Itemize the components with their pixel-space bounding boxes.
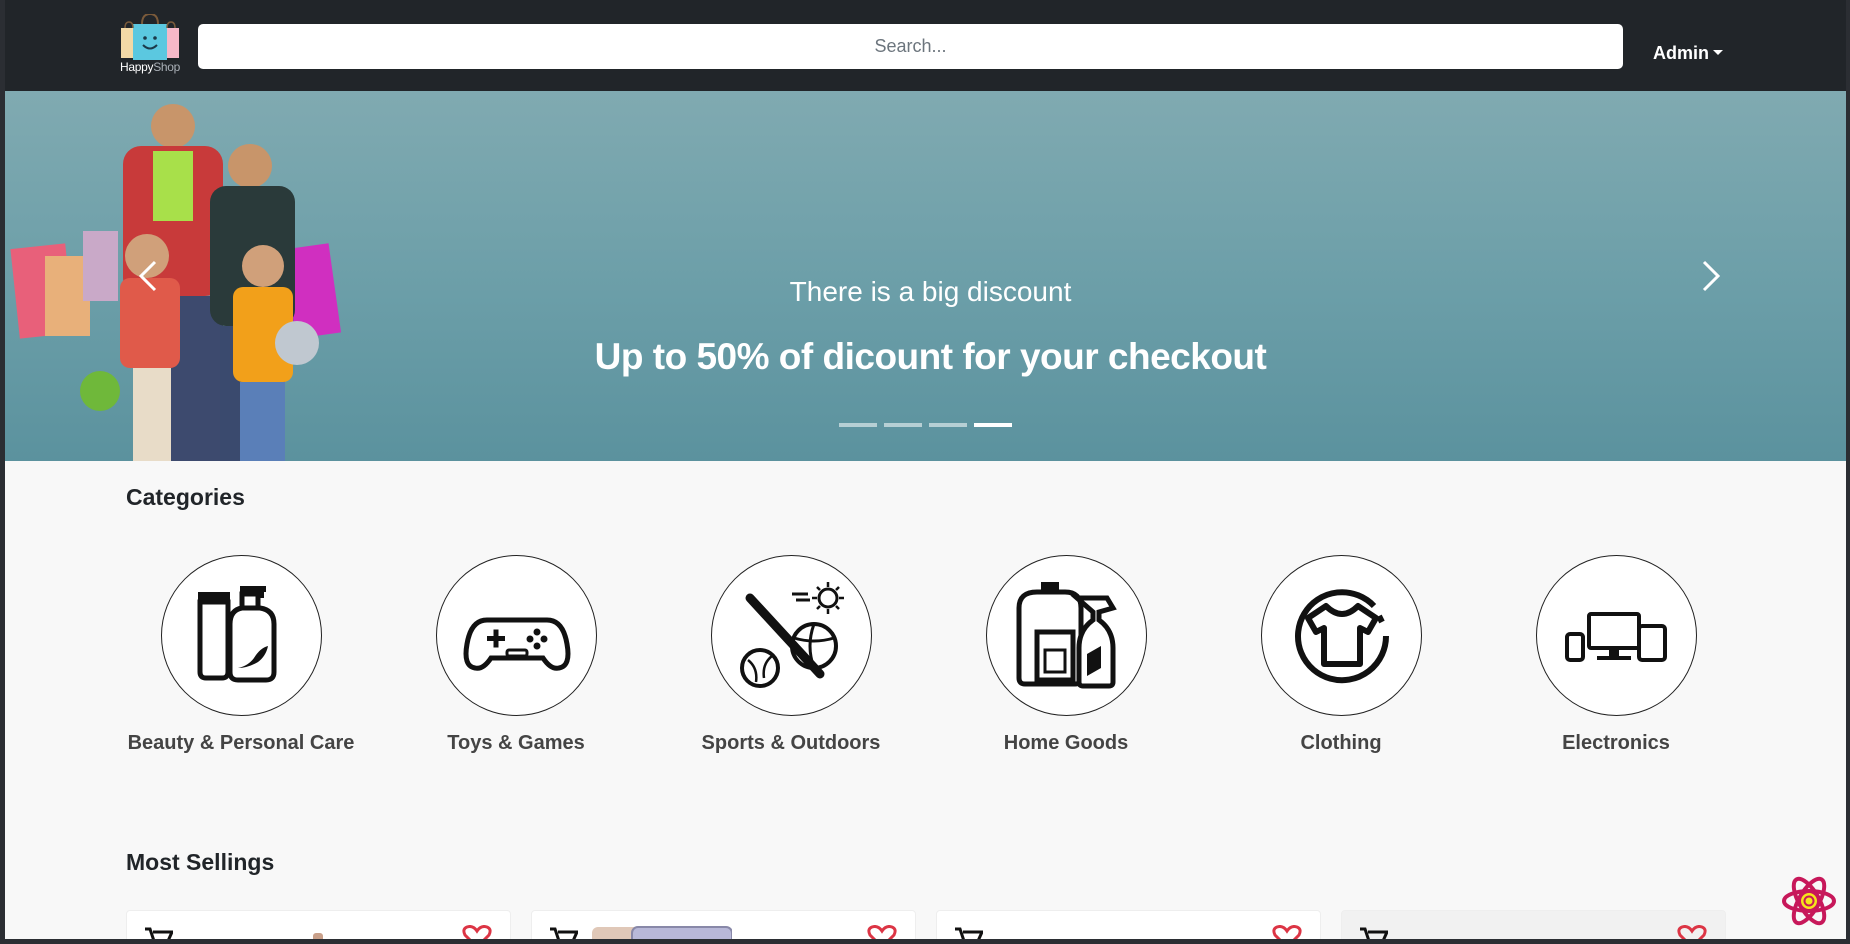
logo-text: HappyShop xyxy=(115,60,185,74)
category-clothing[interactable]: Clothing xyxy=(1226,555,1456,758)
category-icon-circle xyxy=(435,555,597,716)
categories-list: Beauty & Personal Care Toys & Games Spor… xyxy=(126,555,1726,785)
category-beauty-personal-care[interactable]: Beauty & Personal Care xyxy=(126,555,356,758)
category-home-goods[interactable]: Home Goods xyxy=(951,555,1181,758)
category-icon-circle xyxy=(710,555,872,716)
category-label: Sports & Outdoors xyxy=(701,732,881,754)
category-electronics[interactable]: Electronics xyxy=(1501,555,1731,758)
category-icon-circle xyxy=(1535,555,1697,716)
category-toys-games[interactable]: Toys & Games xyxy=(401,555,631,758)
lotion-bottle-icon xyxy=(197,586,276,683)
most-sellings-heading: Most Sellings xyxy=(126,849,275,875)
cleaning-supplies-icon xyxy=(1016,582,1117,689)
happyshop-logo[interactable]: HappyShop xyxy=(115,12,185,76)
carousel-indicators xyxy=(839,423,1012,427)
chevron-right-icon xyxy=(1702,260,1721,292)
admin-label: Admin xyxy=(1653,43,1709,63)
admin-dropdown-toggle[interactable]: Admin xyxy=(1653,43,1723,64)
search-input[interactable] xyxy=(198,24,1623,69)
hero-carousel: There is a big discount Up to 50% of dic… xyxy=(5,91,1846,461)
category-icon-circle xyxy=(1260,555,1422,716)
hero-subtitle: There is a big discount xyxy=(789,276,1072,307)
gamepad-icon xyxy=(463,617,570,671)
logo-text-happy: Happy xyxy=(119,60,154,74)
category-icon-circle xyxy=(160,555,322,716)
categories-heading: Categories xyxy=(126,484,245,510)
page: HappyShop Admin xyxy=(0,0,1850,944)
top-navbar: HappyShop Admin xyxy=(5,0,1846,91)
shopping-bags-logo-icon xyxy=(121,12,179,60)
logo-text-shop: Shop xyxy=(153,60,181,74)
sports-balls-icon xyxy=(739,582,844,688)
category-label: Toys & Games xyxy=(447,732,585,754)
caret-down-icon xyxy=(1713,50,1723,55)
category-label: Home Goods xyxy=(1003,732,1129,754)
carousel-indicator-active[interactable] xyxy=(974,423,1012,427)
devices-icon xyxy=(1564,612,1667,662)
carousel-next-button[interactable] xyxy=(1690,256,1730,296)
window-bottom-edge xyxy=(5,939,1846,944)
carousel-indicator[interactable] xyxy=(839,423,877,427)
tshirt-icon xyxy=(1294,589,1389,684)
react-devtools-icon[interactable] xyxy=(1781,873,1837,929)
category-icon-circle xyxy=(985,555,1147,716)
category-label: Electronics xyxy=(1562,732,1670,754)
carousel-indicator[interactable] xyxy=(929,423,967,427)
category-label: Clothing xyxy=(1300,732,1382,754)
category-sports-outdoors[interactable]: Sports & Outdoors xyxy=(676,555,906,758)
hero-title: Up to 50% of dicount for your checkout xyxy=(594,336,1267,377)
carousel-indicator[interactable] xyxy=(884,423,922,427)
category-label: Beauty & Personal Care xyxy=(127,732,355,754)
